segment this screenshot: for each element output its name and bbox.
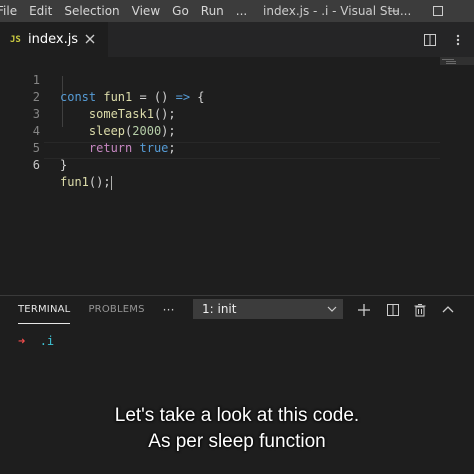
minimap-line bbox=[442, 59, 454, 60]
maximize-button[interactable] bbox=[423, 0, 453, 22]
maximize-icon bbox=[433, 6, 443, 16]
close-tab-button[interactable] bbox=[82, 31, 98, 47]
text-cursor bbox=[110, 175, 112, 190]
trash-icon bbox=[414, 304, 426, 317]
code-line-3[interactable]: 3 sleep(2000); bbox=[0, 89, 440, 138]
prompt-directory: .i bbox=[39, 334, 55, 348]
tab-index-js[interactable]: JS index.js bbox=[0, 22, 108, 57]
code-line-1[interactable]: 1 const fun1 = () => { bbox=[0, 55, 440, 104]
close-icon bbox=[85, 34, 95, 44]
line-number: 6 bbox=[32, 158, 40, 172]
tab-label: index.js bbox=[28, 32, 79, 47]
code-line-4[interactable]: 4 return true; bbox=[0, 106, 440, 155]
panel-tabs: TERMINAL PROBLEMS ··· bbox=[0, 296, 175, 324]
menu-selection[interactable]: Selection bbox=[58, 0, 125, 22]
tab-problems[interactable]: PROBLEMS bbox=[88, 297, 144, 323]
kill-terminal-button[interactable] bbox=[408, 298, 432, 322]
more-icon bbox=[456, 34, 460, 45]
editor-tab-bar: JS index.js bbox=[0, 22, 474, 57]
menu-more[interactable]: ... bbox=[230, 0, 253, 22]
vscode-window: File Edit Selection View Go Run ... inde… bbox=[0, 0, 474, 474]
subtitle-line-2: As per sleep function bbox=[148, 431, 326, 452]
chevron-up-icon bbox=[442, 306, 454, 313]
split-editor-button[interactable] bbox=[418, 28, 442, 52]
panel-more-button[interactable]: ··· bbox=[163, 297, 175, 323]
terminal-select-value: 1: init bbox=[202, 302, 237, 316]
subtitle-line-1: Let's take a look at this code. bbox=[114, 405, 360, 426]
prompt-arrow-icon: ➜ bbox=[18, 334, 26, 348]
editor-actions bbox=[418, 22, 474, 57]
plus-icon bbox=[358, 304, 370, 316]
terminal-select[interactable]: 1: init bbox=[193, 299, 343, 319]
title-bar: File Edit Selection View Go Run ... inde… bbox=[0, 0, 474, 22]
minimap-line bbox=[446, 63, 456, 64]
menu-run[interactable]: Run bbox=[195, 0, 230, 22]
menu-go[interactable]: Go bbox=[166, 0, 195, 22]
minimap[interactable] bbox=[440, 57, 474, 295]
split-editor-icon bbox=[424, 33, 436, 46]
minimize-icon bbox=[389, 10, 399, 12]
terminal-prompt: ➜ .i bbox=[18, 332, 54, 350]
minimap-line bbox=[446, 61, 456, 62]
code-line-2[interactable]: 2 someTask1(); bbox=[0, 72, 440, 121]
menu-file[interactable]: File bbox=[0, 0, 23, 22]
maximize-panel-button[interactable] bbox=[436, 298, 460, 322]
code-text: } bbox=[60, 158, 68, 172]
more-actions-button[interactable] bbox=[446, 28, 470, 52]
chevron-down-icon bbox=[327, 306, 337, 312]
code-editor[interactable]: 1 const fun1 = () => { 2 someTask1(); 3 … bbox=[0, 57, 474, 295]
menu-bar: File Edit Selection View Go Run ... bbox=[0, 0, 253, 22]
javascript-file-icon: JS bbox=[10, 34, 21, 45]
menu-edit[interactable]: Edit bbox=[23, 0, 58, 22]
code-text: fun1(); bbox=[60, 175, 112, 190]
code-line-5[interactable]: 5 } bbox=[0, 123, 440, 172]
menu-view[interactable]: View bbox=[126, 0, 166, 22]
tab-terminal[interactable]: TERMINAL bbox=[18, 297, 71, 324]
minimize-button[interactable] bbox=[379, 0, 409, 22]
split-terminal-button[interactable] bbox=[381, 298, 405, 322]
new-terminal-button[interactable] bbox=[352, 298, 376, 322]
code-line-6[interactable]: 6 fun1(); bbox=[0, 140, 440, 190]
split-terminal-icon bbox=[387, 304, 399, 316]
